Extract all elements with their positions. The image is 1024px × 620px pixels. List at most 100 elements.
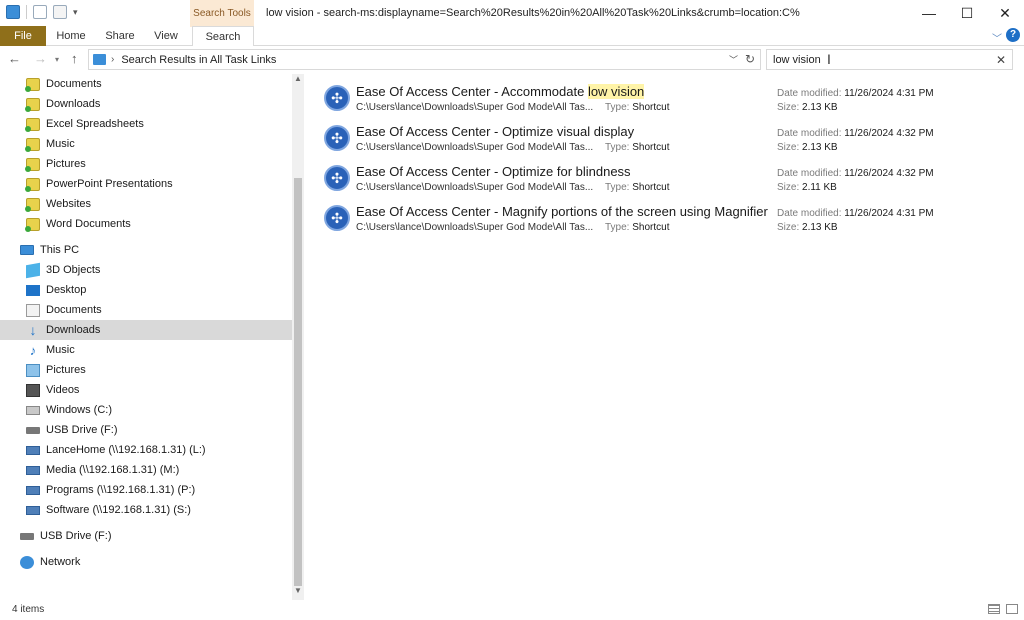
tab-home[interactable]: Home <box>52 26 90 46</box>
nav-item-pictures-library[interactable]: Pictures <box>0 154 292 174</box>
network-icon <box>20 555 34 569</box>
nav-item-excel-spreadsheets[interactable]: Excel Spreadsheets <box>0 114 292 134</box>
result-type: Type: Shortcut <box>605 222 670 233</box>
nav-item-label: Downloads <box>46 324 101 336</box>
up-arrow-icon[interactable]: ↑ <box>71 51 78 66</box>
nav-item-this-pc[interactable]: This PC <box>0 240 292 260</box>
nav-item-network[interactable]: Network <box>0 552 292 572</box>
type-value: Shortcut <box>632 102 670 113</box>
divider <box>26 5 27 19</box>
type-label: Type: <box>605 222 630 233</box>
nav-item-documents[interactable]: Documents <box>0 300 292 320</box>
nav-item-3d-objects[interactable]: 3D Objects <box>0 260 292 280</box>
result-name: Ease Of Access Center - Optimize visual … <box>356 124 634 139</box>
date-value: 11/26/2024 4:31 PM <box>844 208 934 219</box>
new-folder-icon[interactable] <box>53 5 67 19</box>
library-icon <box>25 157 40 172</box>
recent-locations-icon[interactable]: ▾ <box>55 55 59 64</box>
result-path: C:\Users\lance\Downloads\Super God Mode\… <box>356 182 594 193</box>
result-item[interactable]: ✣ Ease Of Access Center - Magnify portio… <box>318 200 938 238</box>
nav-item-label: Network <box>40 556 81 568</box>
nav-item-music[interactable]: ♪ Music <box>0 340 292 360</box>
folder-icon[interactable] <box>6 5 20 19</box>
nav-item-pictures[interactable]: Pictures <box>0 360 292 380</box>
quick-access-toolbar: ▾ <box>6 5 78 19</box>
minimize-button[interactable]: — <box>910 0 948 26</box>
result-item[interactable]: ✣ Ease Of Access Center - Accommodate lo… <box>318 80 938 118</box>
type-label: Type: <box>605 142 630 153</box>
nav-item-websites[interactable]: Websites <box>0 194 292 214</box>
nav-item-label: Music <box>46 138 75 150</box>
tab-file[interactable]: File <box>0 26 46 46</box>
nav-item-desktop[interactable]: Desktop <box>0 280 292 300</box>
date-label: Date modified: <box>777 208 842 219</box>
tab-search[interactable]: Search <box>192 26 254 46</box>
size-label: Size: <box>777 142 800 153</box>
customize-toolbar-icon[interactable]: ▾ <box>73 7 78 18</box>
result-type: Type: Shortcut <box>605 102 670 113</box>
result-item[interactable]: ✣ Ease Of Access Center - Optimize visua… <box>318 120 938 158</box>
type-label: Type: <box>605 102 630 113</box>
forward-arrow-icon[interactable]: → <box>34 51 47 66</box>
breadcrumb-chevron-icon[interactable]: › <box>111 54 114 65</box>
nav-item-label: LanceHome (\\192.168.1.31) (L:) <box>46 444 206 456</box>
nav-item-usb-drive[interactable]: USB Drive (F:) <box>0 526 292 546</box>
library-icon <box>25 137 40 152</box>
properties-icon[interactable] <box>33 5 47 19</box>
item-count: 4 items <box>12 604 45 615</box>
nav-item-label: Documents <box>46 304 102 316</box>
address-bar[interactable]: › Search Results in All Task Links ﹀ ↻ <box>88 49 761 70</box>
details-view-icon[interactable] <box>988 604 1000 614</box>
large-icons-view-icon[interactable] <box>1006 604 1018 614</box>
nav-item-music-library[interactable]: Music <box>0 134 292 154</box>
nav-item-programs-p[interactable]: Programs (\\192.168.1.31) (P:) <box>0 480 292 500</box>
desktop-icon <box>26 284 40 296</box>
nav-item-label: Pictures <box>46 158 86 170</box>
search-input[interactable]: low vision I ✕ <box>766 49 1013 70</box>
result-name: Ease Of Access Center - Optimize for bli… <box>356 164 631 179</box>
nav-item-usb-drive-f[interactable]: USB Drive (F:) <box>0 420 292 440</box>
nav-item-label: USB Drive (F:) <box>46 424 118 436</box>
nav-item-powerpoint-presentations[interactable]: PowerPoint Presentations <box>0 174 292 194</box>
type-label: Type: <box>605 182 630 193</box>
maximize-button[interactable]: ☐ <box>948 0 986 26</box>
close-button[interactable]: ✕ <box>986 0 1024 26</box>
nav-item-downloads[interactable]: ↓ Downloads <box>0 320 292 340</box>
nav-item-downloads-library[interactable]: Downloads <box>0 94 292 114</box>
result-path: C:\Users\lance\Downloads\Super God Mode\… <box>356 102 594 113</box>
scroll-thumb[interactable] <box>294 178 302 586</box>
refresh-icon[interactable]: ↻ <box>745 52 755 66</box>
usb-drive-icon <box>20 532 34 540</box>
nav-item-software-s[interactable]: Software (\\192.168.1.31) (S:) <box>0 500 292 520</box>
nav-item-windows-c[interactable]: Windows (C:) <box>0 400 292 420</box>
tab-view[interactable]: View <box>148 26 184 46</box>
result-name: Ease Of Access Center - Accommodate low … <box>356 84 645 99</box>
nav-item-lancehome-l[interactable]: LanceHome (\\192.168.1.31) (L:) <box>0 440 292 460</box>
nav-item-label: USB Drive (F:) <box>40 530 112 542</box>
tab-share[interactable]: Share <box>100 26 140 46</box>
back-arrow-icon[interactable]: ← <box>8 51 21 66</box>
breadcrumb[interactable]: Search Results in All Task Links <box>121 54 276 66</box>
address-dropdown-icon[interactable]: ﹀ <box>729 53 738 66</box>
nav-item-media-m[interactable]: Media (\\192.168.1.31) (M:) <box>0 460 292 480</box>
music-icon: ♪ <box>29 342 37 358</box>
scroll-up-icon[interactable]: ▲ <box>292 74 304 88</box>
date-label: Date modified: <box>777 168 842 179</box>
location-icon <box>93 54 106 65</box>
expand-ribbon-icon[interactable]: ﹀ <box>992 30 1002 45</box>
result-item[interactable]: ✣ Ease Of Access Center - Optimize for b… <box>318 160 938 198</box>
nav-item-documents-library[interactable]: Documents <box>0 74 292 94</box>
scroll-down-icon[interactable]: ▼ <box>292 586 304 600</box>
library-icon <box>25 77 40 92</box>
navigation-scrollbar[interactable]: ▲ ▼ <box>292 74 304 600</box>
nav-item-label: Word Documents <box>46 218 131 230</box>
clear-search-icon[interactable]: ✕ <box>996 53 1006 67</box>
pictures-icon <box>26 363 40 377</box>
help-icon[interactable]: ? <box>1006 28 1020 42</box>
search-query[interactable]: low vision <box>773 54 821 66</box>
library-icon <box>25 217 40 232</box>
ease-of-access-icon: ✣ <box>324 85 350 111</box>
result-size: Size: 2.11 KB <box>777 182 837 193</box>
nav-item-word-documents[interactable]: Word Documents <box>0 214 292 234</box>
nav-item-videos[interactable]: Videos <box>0 380 292 400</box>
